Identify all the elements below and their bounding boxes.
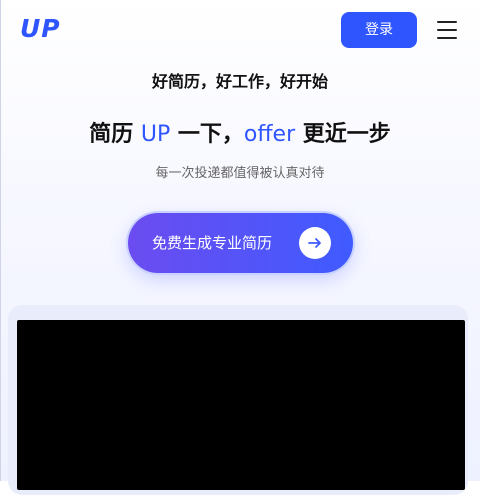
login-button[interactable]: 登录 xyxy=(341,12,417,48)
generate-resume-button[interactable]: 免费生成专业简历 xyxy=(128,213,353,273)
hero-subtitle: 每一次投递都值得被认真对待 xyxy=(155,166,325,181)
headline-accent-up: UP xyxy=(140,122,171,147)
hero-headline: 简历 UP 一下，offer 更近一步 xyxy=(0,119,480,151)
top-header: UP 登录 xyxy=(0,0,480,62)
video-player[interactable] xyxy=(17,320,465,490)
headline-text-3: 更近一步 xyxy=(295,122,391,147)
hero-tagline: 好简历，好工作，好开始 xyxy=(151,72,328,91)
headline-text-1: 简历 xyxy=(89,122,141,147)
headline-accent-offer: offer xyxy=(243,122,296,147)
headline-text-2: 一下， xyxy=(170,122,244,147)
brand-logo[interactable]: UP xyxy=(20,14,61,44)
cta-label: 免费生成专业简历 xyxy=(152,234,273,252)
arrow-right-icon xyxy=(299,227,331,259)
hamburger-menu-icon[interactable] xyxy=(437,21,457,39)
